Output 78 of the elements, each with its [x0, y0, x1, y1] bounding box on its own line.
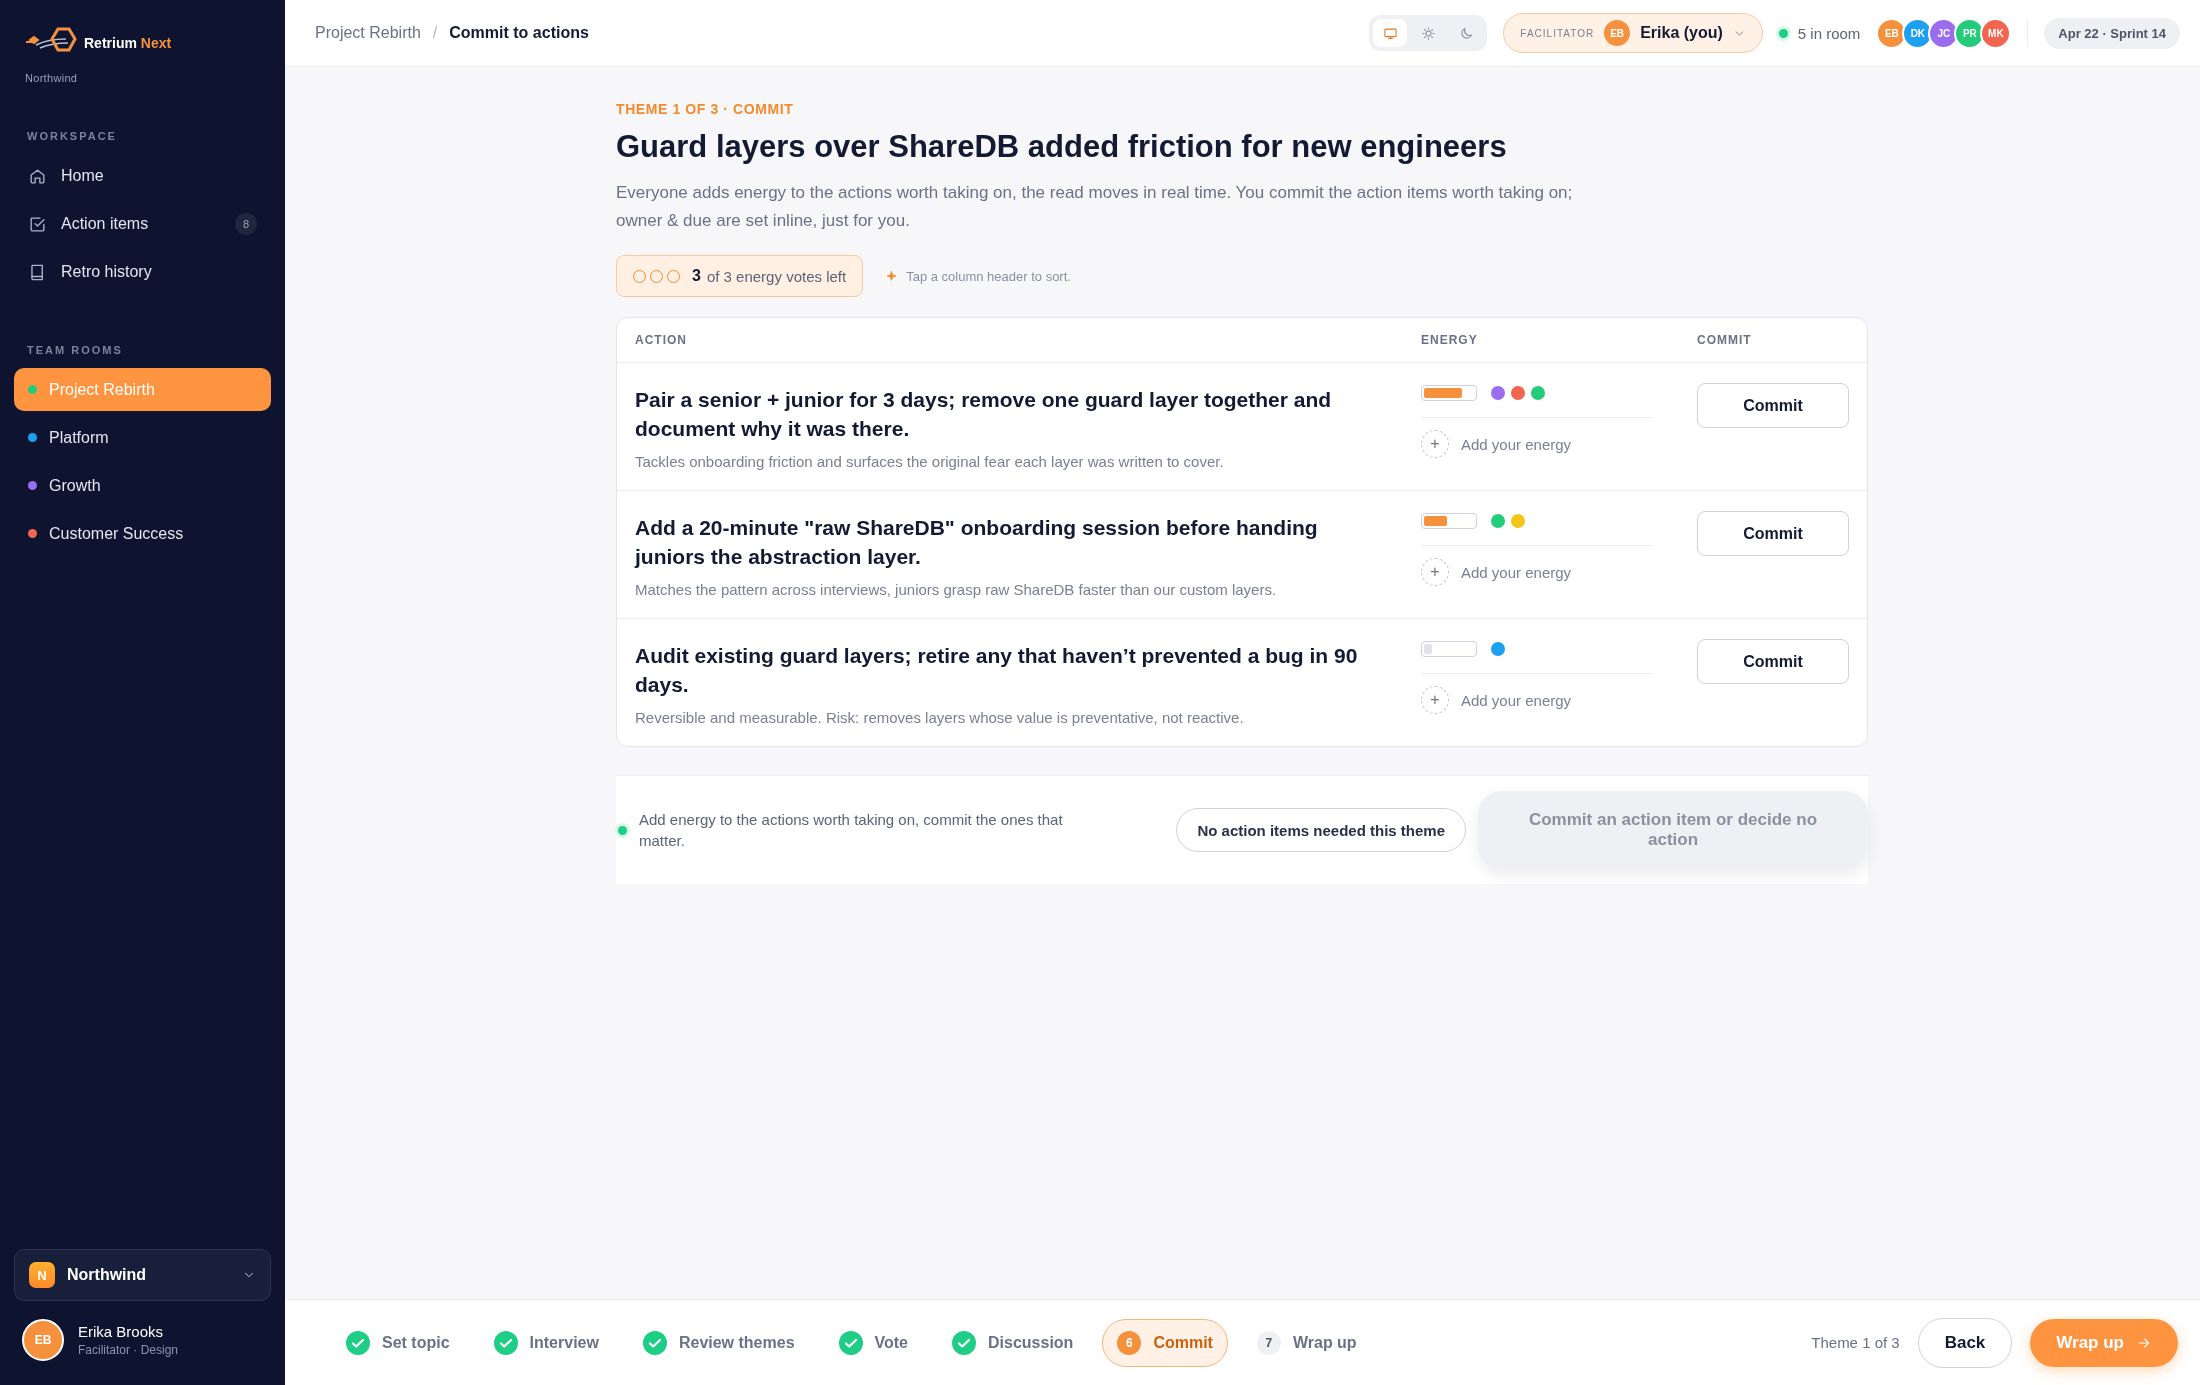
breadcrumb-item[interactable]: Project Rebirth — [315, 24, 421, 42]
section-title: TEAM ROOMS — [27, 344, 124, 356]
add-energy-label[interactable]: Add your energy — [1461, 691, 1572, 709]
status-dot — [618, 825, 627, 835]
logo-text: Retrium Next — [84, 35, 172, 51]
commit-button[interactable]: Commit — [1697, 511, 1849, 556]
step[interactable]: Discussion — [937, 1318, 1089, 1367]
votes-label: of 3 energy votes left — [706, 267, 847, 285]
add-energy-label[interactable]: Add your energy — [1461, 435, 1572, 453]
breadcrumb-item: Commit to actions — [449, 24, 589, 42]
home-icon — [28, 166, 47, 186]
room-item[interactable]: Growth — [14, 464, 271, 507]
column-header[interactable]: ACTION — [617, 333, 1421, 347]
breadcrumb-separator: / — [432, 24, 438, 42]
check-circle-icon — [642, 1330, 667, 1355]
moon-icon — [1458, 25, 1474, 41]
room-item[interactable]: Customer Success — [14, 512, 271, 555]
theme-description: Everyone adds energy to the actions worth taking on, the read moves in real time. You commit the action items worth taking on; owner & due are set inline, just for you. — [616, 182, 1574, 232]
commit-button[interactable]: Commit — [1697, 639, 1849, 684]
count-badge: 8 — [235, 213, 257, 235]
check-circle-icon — [346, 1330, 370, 1355]
user-role: Facilitator · Design — [78, 1343, 179, 1357]
step[interactable]: Interview — [478, 1318, 614, 1367]
theme-title: Guard layers over ShareDB added friction for new engineers — [616, 129, 1508, 165]
monitor-icon — [1382, 25, 1398, 41]
checkbox-icon — [28, 214, 47, 234]
sprint-chip: Apr 22 · Sprint 14 — [2044, 17, 2180, 49]
nav-item[interactable]: Action items 8 — [14, 202, 271, 246]
action-title: Audit existing guard layers; retire any that haven’t prevented a bug in 90 days. — [635, 643, 1359, 698]
facilitator-name: Erika (you) — [1640, 24, 1723, 42]
step[interactable]: Review themes — [627, 1318, 810, 1367]
column-header[interactable]: ENERGY — [1421, 333, 1697, 347]
user-name: Erika Brooks — [78, 1323, 165, 1340]
step[interactable]: Set topic — [331, 1318, 465, 1367]
footer-status: Add energy to the actions worth taking on, commit the ones that matter. — [639, 810, 1064, 851]
org-avatar: N — [29, 1262, 55, 1288]
participant-avatar: MK — [1980, 17, 2012, 49]
action-title: Add a 20-minute "raw ShareDB" onboarding session before handing juniors the abstraction layer. — [635, 515, 1319, 570]
org-switcher-label: Northwind — [67, 1266, 148, 1284]
nav-item[interactable]: Home — [14, 154, 271, 198]
sun-icon — [1420, 25, 1436, 41]
theme-counter: Theme 1 of 3 — [1811, 1334, 1900, 1351]
sparkle-icon — [885, 269, 899, 283]
org-name: Northwind — [25, 72, 79, 84]
action-note: Matches the pattern across interviews, juniors grasp raw ShareDB faster than our custom layers. — [635, 581, 1278, 598]
check-circle-icon — [493, 1330, 518, 1355]
room-item[interactable]: Platform — [14, 416, 271, 459]
step[interactable]: 7 Wrap up — [1241, 1318, 1372, 1367]
energy-meter — [1421, 513, 1477, 529]
back-button[interactable]: Back — [1917, 1317, 2013, 1368]
facilitator-selector[interactable]: FACILITATOR EB Erika (you) — [1503, 13, 1763, 53]
user-avatar: EB — [22, 1319, 64, 1361]
step-number: 6 — [1117, 1330, 1142, 1355]
no-action-button[interactable]: No action items needed this theme — [1176, 808, 1466, 852]
step-number: 7 — [1256, 1330, 1281, 1355]
facilitator-label: FACILITATOR — [1520, 27, 1595, 39]
check-circle-icon — [952, 1330, 976, 1355]
action-note: Tackles onboarding friction and surfaces the original fear each layer was written to cover. — [635, 453, 1225, 470]
step[interactable]: Vote — [823, 1318, 923, 1367]
sort-hint: Tap a column header to sort. — [906, 268, 1071, 284]
org-switcher[interactable]: N Northwind — [14, 1249, 271, 1301]
column-header[interactable]: COMMIT — [1697, 333, 1867, 347]
votes-count: 3 — [692, 267, 701, 285]
nav-item[interactable]: Retro history — [14, 250, 271, 294]
display-mode-button[interactable] — [1373, 19, 1408, 47]
check-circle-icon — [838, 1330, 863, 1355]
energy-meter — [1421, 385, 1477, 401]
theme-label: THEME 1 OF 3 · COMMIT — [616, 101, 795, 117]
section-title: WORKSPACE — [27, 130, 118, 142]
action-note: Reversible and measurable. Risk: removes layers whose value is preventative, not reactive. — [635, 709, 1245, 726]
presence-count: 5 in room — [1797, 24, 1861, 42]
step[interactable]: 6 Commit — [1102, 1318, 1228, 1367]
commit-button[interactable]: Commit — [1697, 383, 1849, 428]
energy-meter — [1421, 641, 1477, 657]
action-title: Pair a senior + junior for 3 days; remove one guard layer together and document why it was there. — [635, 387, 1333, 442]
user-avatar: EB — [1604, 20, 1631, 46]
online-dot — [1778, 28, 1788, 38]
add-energy-label[interactable]: Add your energy — [1461, 563, 1572, 581]
